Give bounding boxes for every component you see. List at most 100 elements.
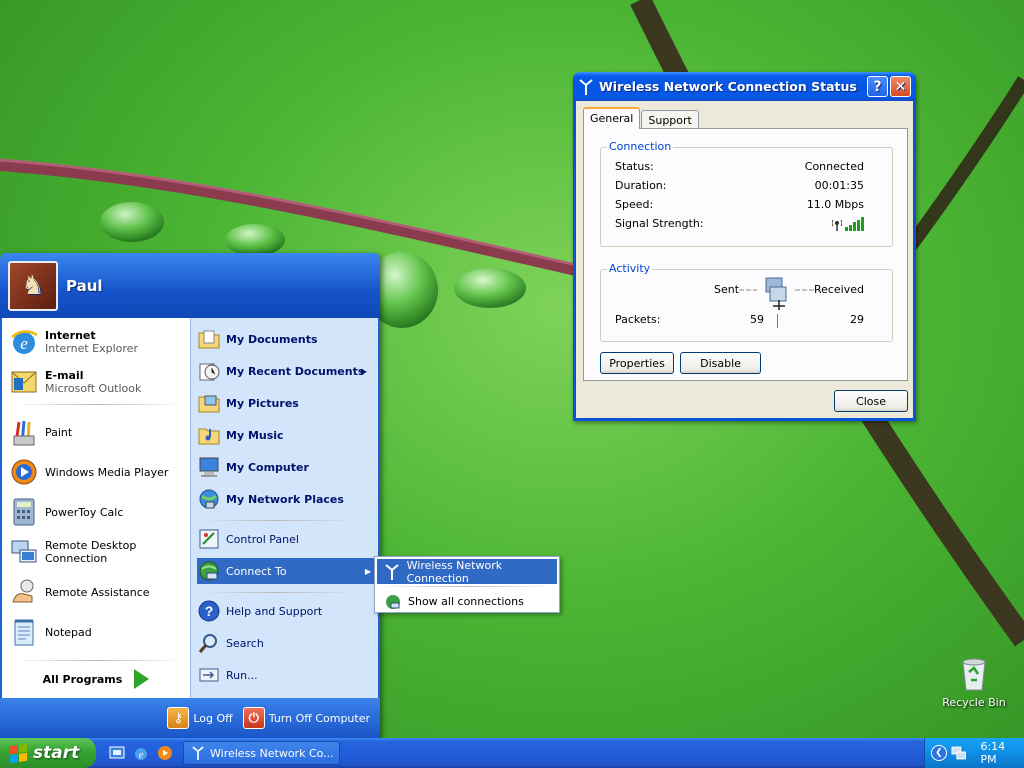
place-my-pictures-label: My Pictures bbox=[226, 396, 299, 410]
taskbar-button-label: Wireless Network Co... bbox=[210, 746, 334, 760]
signal-strength-meter bbox=[832, 217, 864, 231]
duration-row: Duration: 00:01:35 bbox=[615, 179, 864, 192]
properties-button[interactable]: Properties bbox=[600, 352, 674, 374]
pinned-internet[interactable]: e Internet Internet Explorer bbox=[8, 324, 188, 360]
submenu-wireless-network-connection[interactable]: Wireless Network Connection bbox=[377, 558, 557, 585]
system-control-panel[interactable]: Control Panel bbox=[197, 526, 375, 552]
network-places-icon bbox=[197, 487, 221, 511]
speed-value: 11.0 Mbps bbox=[806, 198, 864, 211]
search-label: Search bbox=[226, 636, 264, 650]
network-status-icon[interactable] bbox=[951, 745, 967, 761]
submenu-show-all-connections[interactable]: Show all connections bbox=[377, 589, 557, 614]
help-icon: ? bbox=[197, 599, 221, 623]
place-my-network-places[interactable]: My Network Places bbox=[197, 486, 375, 512]
signal-label: Signal Strength: bbox=[615, 217, 704, 230]
start-menu-footer: ⚷ Log Off ⏻ Turn Off Computer bbox=[0, 698, 380, 738]
status-value: Connected bbox=[804, 160, 864, 173]
signal-bar bbox=[849, 224, 852, 231]
signal-antenna-icon bbox=[832, 219, 842, 231]
help-and-support[interactable]: ? Help and Support bbox=[197, 598, 375, 624]
network-connections-icon bbox=[383, 594, 403, 610]
speed-label: Speed: bbox=[615, 198, 654, 211]
start-button[interactable]: start bbox=[0, 738, 96, 768]
taskbar: start e Wireless Network Co... ❮ 6:14 PM bbox=[0, 738, 1024, 768]
submenu-arrow-icon: ▶ bbox=[364, 566, 371, 576]
place-my-recent-documents[interactable]: My Recent Documents ▶ bbox=[197, 358, 375, 384]
log-off-label: Log Off bbox=[193, 711, 233, 725]
taskbar-button-wireless-status[interactable]: Wireless Network Co... bbox=[183, 741, 340, 765]
power-icon: ⏻ bbox=[242, 707, 265, 729]
show-hidden-icons-button[interactable]: ❮ bbox=[931, 745, 947, 761]
recent-notepad[interactable]: Notepad bbox=[8, 614, 188, 650]
turn-off-label: Turn Off Computer bbox=[268, 711, 370, 725]
all-programs-separator bbox=[12, 660, 182, 661]
recent-media-player-label: Windows Media Player bbox=[45, 465, 169, 479]
pinned-email-title: E-mail bbox=[45, 369, 84, 382]
clock[interactable]: 6:14 PM bbox=[980, 740, 1024, 766]
system-separator bbox=[199, 592, 355, 593]
recent-notepad-label: Notepad bbox=[45, 625, 92, 639]
tab-support[interactable]: Support bbox=[641, 110, 699, 129]
user-name: Paul bbox=[66, 276, 103, 295]
pinned-email[interactable]: E-mail Microsoft Outlook bbox=[8, 364, 188, 400]
system-connect-to[interactable]: Connect To ▶ bbox=[197, 558, 379, 584]
place-my-documents[interactable]: My Documents bbox=[197, 326, 375, 352]
signal-bar bbox=[857, 219, 860, 231]
recent-media-player[interactable]: Windows Media Player bbox=[8, 454, 188, 490]
tab-general[interactable]: General bbox=[583, 107, 641, 129]
search-icon bbox=[197, 631, 221, 655]
media-player-icon[interactable] bbox=[156, 744, 174, 762]
recycle-bin-label: Recycle Bin bbox=[942, 696, 1006, 709]
submenu-separator bbox=[379, 586, 555, 587]
recent-remote-desktop[interactable]: Remote Desktop Connection bbox=[8, 534, 188, 570]
recent-paint[interactable]: Paint bbox=[8, 414, 188, 450]
packets-divider bbox=[777, 314, 778, 328]
internet-explorer-icon[interactable]: e bbox=[132, 744, 150, 762]
computer-icon bbox=[197, 455, 221, 479]
show-desktop-icon[interactable] bbox=[108, 744, 126, 762]
place-my-music[interactable]: My Music bbox=[197, 422, 375, 448]
wireless-antenna-icon bbox=[192, 746, 204, 760]
disable-button[interactable]: Disable bbox=[680, 352, 761, 374]
paint-icon bbox=[8, 416, 40, 448]
run[interactable]: Run... bbox=[197, 662, 375, 688]
recent-remote-assistance[interactable]: Remote Assistance bbox=[8, 574, 188, 610]
window-body: General Support Connection Status: Conne… bbox=[576, 101, 913, 418]
internet-explorer-icon: e bbox=[8, 326, 40, 358]
help-button[interactable]: ? bbox=[867, 76, 888, 97]
place-my-pictures[interactable]: My Pictures bbox=[197, 390, 375, 416]
place-my-network-places-label: My Network Places bbox=[226, 492, 344, 506]
log-off-button[interactable]: ⚷ Log Off bbox=[167, 707, 233, 729]
place-my-music-label: My Music bbox=[226, 428, 284, 442]
close-button[interactable]: Close bbox=[834, 390, 908, 412]
place-my-computer-label: My Computer bbox=[226, 460, 309, 474]
start-label: start bbox=[33, 743, 80, 763]
packets-sent-value: 59 bbox=[750, 313, 764, 326]
svg-text:e: e bbox=[139, 750, 144, 761]
window-close-button[interactable]: ✕ bbox=[890, 76, 911, 97]
pinned-separator bbox=[12, 404, 182, 405]
duration-value: 00:01:35 bbox=[814, 179, 864, 192]
window-title-bar[interactable]: Wireless Network Connection Status ? ✕ bbox=[573, 72, 916, 101]
system-control-panel-label: Control Panel bbox=[226, 532, 299, 546]
search[interactable]: Search bbox=[197, 630, 375, 656]
notepad-icon bbox=[8, 616, 40, 648]
recent-paint-label: Paint bbox=[45, 425, 73, 439]
recent-powertoy-calc[interactable]: PowerToy Calc bbox=[8, 494, 188, 530]
signal-bar bbox=[853, 222, 856, 231]
place-my-computer[interactable]: My Computer bbox=[197, 454, 375, 480]
all-programs-button[interactable]: All Programs bbox=[8, 666, 184, 692]
turn-off-button[interactable]: ⏻ Turn Off Computer bbox=[242, 707, 370, 729]
recent-documents-icon bbox=[197, 359, 221, 383]
all-programs-label: All Programs bbox=[42, 672, 123, 686]
recycle-bin[interactable]: Recycle Bin bbox=[940, 656, 1008, 709]
place-my-documents-label: My Documents bbox=[226, 332, 318, 346]
packets-label: Packets: bbox=[615, 313, 661, 326]
control-panel-icon bbox=[197, 527, 221, 551]
system-tray: ❮ 6:14 PM bbox=[924, 738, 1024, 768]
recent-powertoy-calc-label: PowerToy Calc bbox=[45, 505, 124, 519]
submenu-wireless-label: Wireless Network Connection bbox=[406, 558, 503, 585]
start-menu: ♞ Paul e Internet Internet Explorer E-mai… bbox=[0, 253, 380, 738]
avatar[interactable]: ♞ bbox=[8, 260, 58, 311]
activity-group: Activity Sent Received Packets: 59 29 bbox=[600, 262, 893, 342]
